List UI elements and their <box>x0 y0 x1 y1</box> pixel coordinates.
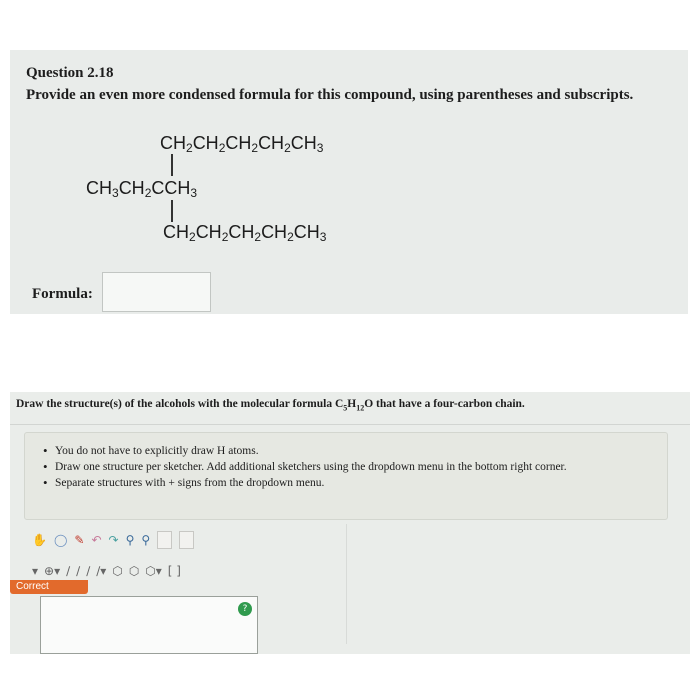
instruction-item: Draw one structure per sketcher. Add add… <box>43 459 567 475</box>
sketcher-header: Draw the structure(s) of the alcohols wi… <box>10 392 690 425</box>
lower-bond-line <box>171 200 173 222</box>
eraser-icon[interactable]: ✎ <box>74 531 84 549</box>
panel-divider <box>346 524 347 644</box>
instructions-box: You do not have to explicitly draw H ato… <box>24 432 668 520</box>
redo-icon[interactable]: ↷ <box>109 531 119 549</box>
wedge-bond-icon[interactable]: ∕ <box>86 562 90 580</box>
status-check-icon[interactable]: ? <box>238 602 252 616</box>
instructions-list: You do not have to explicitly draw H ato… <box>43 443 567 491</box>
middle-chain-formula: CH3CH2CCH3 <box>86 178 198 200</box>
undo-icon[interactable]: ↶ <box>91 531 101 549</box>
top-chain-formula: CH2CH2CH2CH2CH3 <box>160 133 324 155</box>
bracket-icon[interactable]: [ ] <box>168 562 181 580</box>
hash-bond-icon[interactable]: ∕▾ <box>96 562 106 580</box>
instruction-item: Separate structures with + signs from th… <box>43 475 567 491</box>
upper-bond-line <box>171 154 173 176</box>
sketcher-toolbar-top: ✋ ◯ ✎ ↶ ↷ ⚲ ⚲ <box>32 530 195 550</box>
lasso-icon[interactable]: ◯ <box>54 531 67 549</box>
correct-tab[interactable]: Correct <box>10 580 88 594</box>
ring-dropdown-icon[interactable]: ⬡▾ <box>145 562 162 580</box>
sketcher-canvas[interactable] <box>40 596 258 654</box>
charge-dropdown-icon[interactable]: ⊕▾ <box>44 562 60 580</box>
copy-icon[interactable] <box>157 531 173 549</box>
question-prompt: Provide an even more condensed formula f… <box>26 87 634 103</box>
sketcher-toolbar-bottom: ▾ ⊕▾ ∕ ∕ ∕ ∕▾ ⬡ ⬡ ⬡▾ [ ] <box>32 562 181 580</box>
sketcher-title: Draw the structure(s) of the alcohols wi… <box>16 398 525 413</box>
carbon-atom-dropdown-icon[interactable]: ▾ <box>32 562 38 580</box>
ring-icon[interactable]: ⬡ <box>112 562 122 580</box>
formula-label: Formula: <box>32 286 93 302</box>
bottom-chain-formula: CH2CH2CH2CH2CH3 <box>163 222 327 244</box>
question-title: Question 2.18 <box>26 65 114 81</box>
double-bond-icon[interactable]: ∕ <box>76 562 80 580</box>
single-bond-icon[interactable]: ∕ <box>66 562 70 580</box>
zoom-out-icon[interactable]: ⚲ <box>141 531 150 549</box>
formula-input[interactable] <box>102 272 211 312</box>
question-panel: Question 2.18 Provide an even more conde… <box>10 50 688 314</box>
zoom-in-icon[interactable]: ⚲ <box>126 531 135 549</box>
paste-icon[interactable] <box>179 531 195 549</box>
instruction-item: You do not have to explicitly draw H ato… <box>43 443 567 459</box>
sketcher-panel: Draw the structure(s) of the alcohols wi… <box>10 392 690 654</box>
benzene-ring-icon[interactable]: ⬡ <box>129 562 139 580</box>
hand-icon[interactable]: ✋ <box>32 531 47 549</box>
